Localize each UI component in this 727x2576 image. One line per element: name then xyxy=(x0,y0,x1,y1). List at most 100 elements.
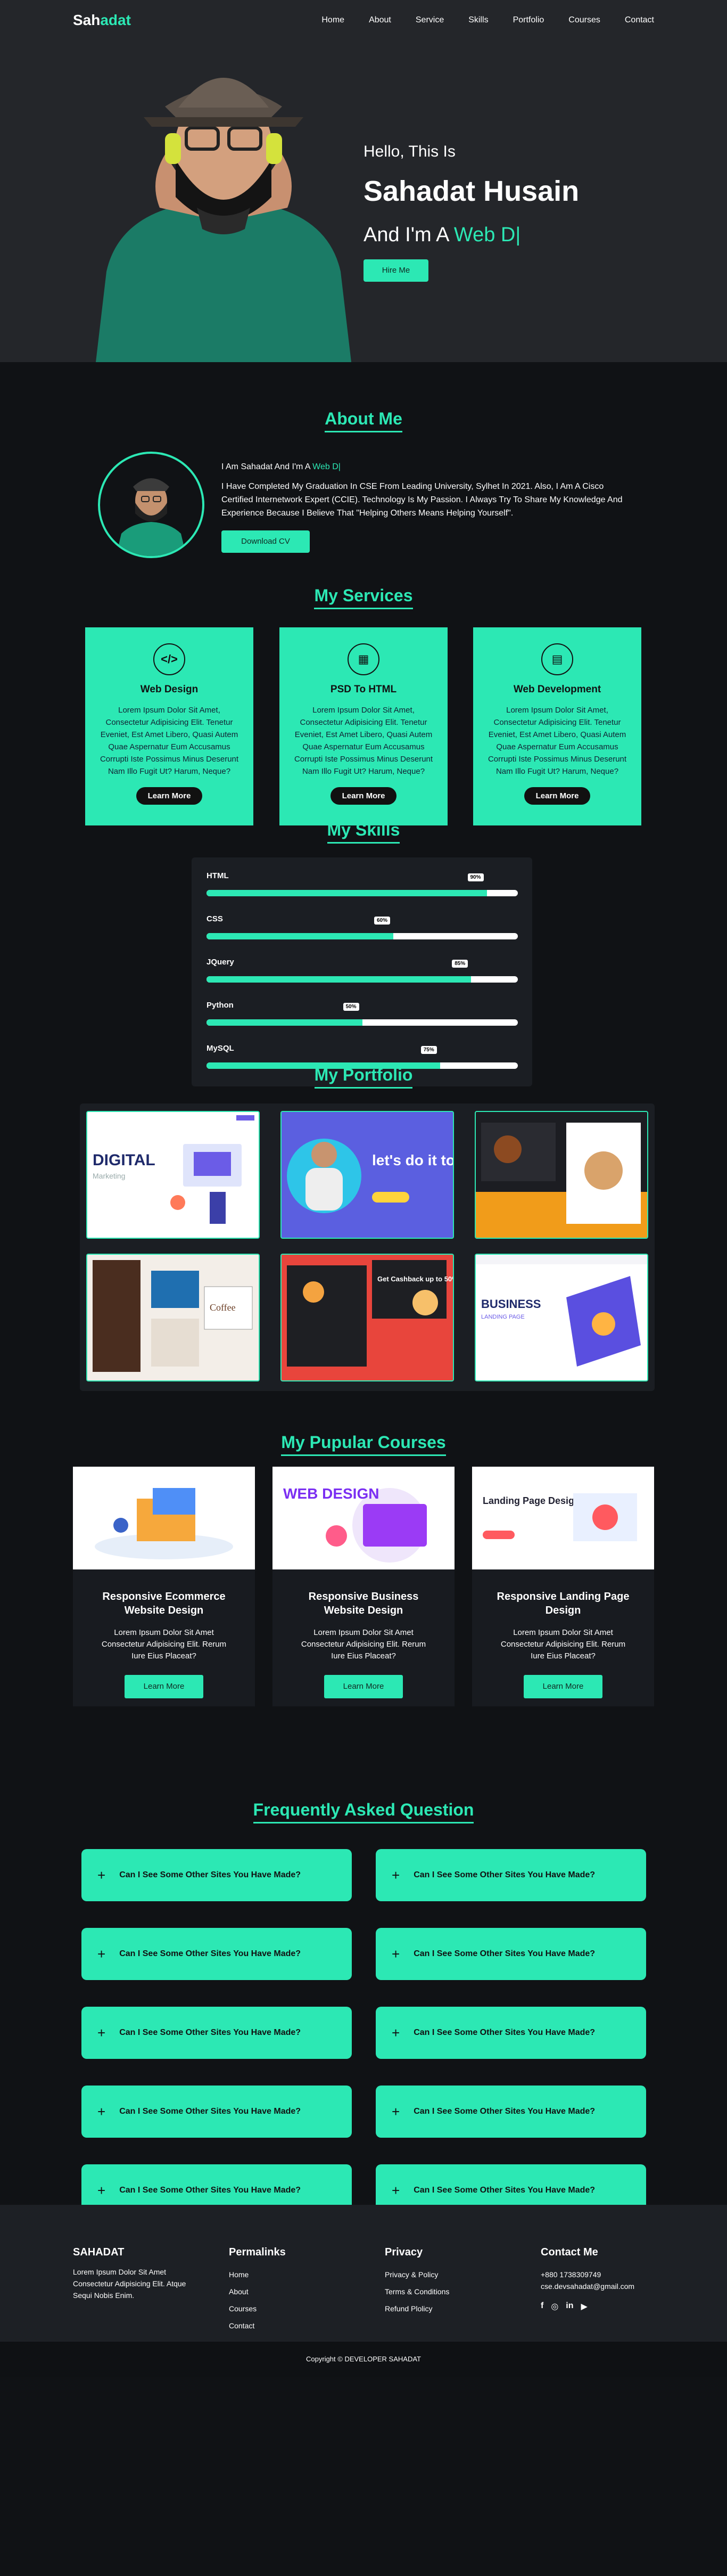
skill-jquery: JQuery 85% xyxy=(206,958,518,1001)
download-cv-button[interactable]: Download CV xyxy=(221,530,310,553)
footer-privacy-title: Privacy xyxy=(385,2246,423,2258)
portfolio-item-business-landing[interactable]: BUSINESS LANDING PAGE xyxy=(475,1254,648,1381)
nav-about[interactable]: About xyxy=(369,15,391,25)
portfolio-item-food-cashback[interactable]: Get Cashback up to 50% xyxy=(280,1254,454,1381)
course-desc: Lorem Ipsum Dolor Sit Amet Consectetur A… xyxy=(500,1628,626,1661)
skill-fill xyxy=(206,976,472,983)
footer-email[interactable]: cse.devsahadat@gmail.com xyxy=(541,2282,658,2291)
learn-more-button[interactable]: Learn More xyxy=(324,1675,403,1698)
hire-me-button[interactable]: Hire Me xyxy=(363,259,428,282)
portfolio-item-coffee[interactable]: Coffee xyxy=(86,1254,260,1381)
course-image: Landing Page Design xyxy=(472,1467,654,1569)
course-image-text: WEB DESIGN xyxy=(283,1485,379,1502)
portfolio-thumb: BUSINESS LANDING PAGE xyxy=(476,1255,647,1380)
hero-greeting: Hello, This Is xyxy=(363,143,456,160)
portfolio-item-together[interactable]: let's do it together xyxy=(280,1111,454,1239)
learn-more-button[interactable]: Learn More xyxy=(125,1675,203,1698)
course-title: Responsive Business Website Design xyxy=(308,1591,419,1616)
course-image-text: Landing Page Design xyxy=(483,1495,580,1506)
skill-bar xyxy=(206,933,518,939)
nav-menu: Home About Service Skills Portfolio Cour… xyxy=(297,15,654,25)
portfolio-item-digital-marketing[interactable]: DIGITAL Marketing xyxy=(86,1111,260,1239)
faq-item[interactable]: + Can I See Some Other Sites You Have Mad… xyxy=(376,1928,646,1980)
faq-item[interactable]: + Can I See Some Other Sites You Have Mad… xyxy=(376,2086,646,2138)
footer-contact: Contact Me +880 1738309749 cse.devsahada… xyxy=(541,2246,658,2312)
logo-part-2: adat xyxy=(100,12,131,28)
instagram-icon[interactable]: ◎ xyxy=(551,2301,558,2312)
courses-section: My Pupular Courses Responsive Ecommerce … xyxy=(0,1433,727,1731)
footer-privacy: Privacy Privacy & Policy Terms & Conditi… xyxy=(385,2246,523,2313)
nav-home[interactable]: Home xyxy=(321,15,344,25)
faq-section: Frequently Asked Question + Can I See Som… xyxy=(0,1731,727,2217)
faq-question: Can I See Some Other Sites You Have Made… xyxy=(414,1870,596,1879)
faq-title: Frequently Asked Question xyxy=(253,1800,474,1823)
plus-icon: + xyxy=(392,2103,400,2120)
nav-skills[interactable]: Skills xyxy=(468,15,488,25)
faq-item[interactable]: + Can I See Some Other Sites You Have Mad… xyxy=(81,1849,352,1901)
about-body: I Have Completed My Graduation In CSE Fr… xyxy=(221,482,623,518)
nav-portfolio[interactable]: Portfolio xyxy=(513,15,544,25)
service-title: Web Design xyxy=(140,684,199,695)
footer-link-home[interactable]: Home xyxy=(229,2270,367,2279)
nav-contact[interactable]: Contact xyxy=(625,15,654,25)
portfolio-section: My Portfolio DIGITAL Marketing let's do … xyxy=(0,1065,727,1433)
faq-item[interactable]: + Can I See Some Other Sites You Have Mad… xyxy=(81,2086,352,2138)
skill-percent: 90% xyxy=(467,873,484,881)
hero-section: Sahadat Home About Service Skills Portfo… xyxy=(0,0,727,362)
portfolio-thumb: Get Cashback up to 50% xyxy=(282,1255,453,1380)
plus-icon: + xyxy=(97,2103,106,2120)
faq-question: Can I See Some Other Sites You Have Made… xyxy=(119,1949,301,1958)
faq-item[interactable]: + Can I See Some Other Sites You Have Mad… xyxy=(376,2007,646,2059)
skill-fill xyxy=(206,933,393,939)
footer-link-refund[interactable]: Refund Plolicy xyxy=(385,2304,523,2313)
footer-link-contact[interactable]: Contact xyxy=(229,2321,367,2330)
footer-link-terms[interactable]: Terms & Conditions xyxy=(385,2287,523,2296)
portfolio-caption: DIGITAL xyxy=(93,1151,155,1169)
nav-service[interactable]: Service xyxy=(416,15,444,25)
portfolio-title: My Portfolio xyxy=(314,1065,413,1089)
skill-bar xyxy=(206,976,518,983)
footer-link-courses[interactable]: Courses xyxy=(229,2304,367,2313)
footer-link-privacy-policy[interactable]: Privacy & Policy xyxy=(385,2270,523,2279)
faq-item[interactable]: + Can I See Some Other Sites You Have Mad… xyxy=(81,2007,352,2059)
about-section: About Me I Am Sahadat And I'm A Web D| I… xyxy=(0,362,727,586)
footer-phone[interactable]: +880 1738309749 xyxy=(541,2270,658,2279)
laptop-code-icon: ▤ xyxy=(541,643,573,675)
course-image: WEB DESIGN xyxy=(272,1467,455,1569)
faq-item[interactable]: + Can I See Some Other Sites You Have Mad… xyxy=(81,1928,352,1980)
nav-courses[interactable]: Courses xyxy=(568,15,600,25)
plus-icon: + xyxy=(392,1945,400,1962)
skill-percent: 60% xyxy=(374,917,391,925)
skill-name: JQuery xyxy=(206,958,234,967)
faq-item[interactable]: + Can I See Some Other Sites You Have Mad… xyxy=(376,1849,646,1901)
logo[interactable]: Sahadat xyxy=(73,12,131,29)
faq-question: Can I See Some Other Sites You Have Made… xyxy=(414,2186,596,2195)
portfolio-item-restaurant[interactable] xyxy=(475,1111,648,1239)
learn-more-button[interactable]: Learn More xyxy=(524,1675,602,1698)
services-title: My Services xyxy=(314,586,413,609)
skill-bar xyxy=(206,890,518,896)
portfolio-thumb: let's do it together xyxy=(282,1112,453,1238)
skill-fill xyxy=(206,1019,362,1026)
footer-link-about[interactable]: About xyxy=(229,2287,367,2296)
services-section: My Services </> Web Design Lorem Ipsum D… xyxy=(0,586,727,825)
footer-brand-title: SAHADAT xyxy=(73,2246,125,2258)
faq-question: Can I See Some Other Sites You Have Made… xyxy=(119,2028,301,2037)
about-intro-prefix: I Am Sahadat And I'm A xyxy=(221,462,313,471)
facebook-icon[interactable]: f xyxy=(541,2301,543,2312)
course-illustration xyxy=(73,1467,255,1569)
faq-heading: Frequently Asked Question xyxy=(0,1800,727,1823)
skill-percent: 50% xyxy=(343,1003,359,1011)
portfolio-caption: Coffee xyxy=(210,1302,236,1313)
linkedin-icon[interactable]: in xyxy=(566,2301,573,2312)
course-illustration: Landing Page Design xyxy=(472,1467,654,1569)
avatar xyxy=(98,452,204,558)
course-image xyxy=(73,1467,255,1569)
plus-icon: + xyxy=(97,2182,106,2198)
plus-icon: + xyxy=(97,1867,106,1883)
skill-name: Python xyxy=(206,1001,234,1010)
about-text: I Am Sahadat And I'm A Web D| I Have Com… xyxy=(221,460,631,553)
portfolio-thumb xyxy=(476,1112,647,1238)
youtube-icon[interactable]: ▶ xyxy=(581,2301,588,2312)
skill-name: CSS xyxy=(206,914,223,923)
